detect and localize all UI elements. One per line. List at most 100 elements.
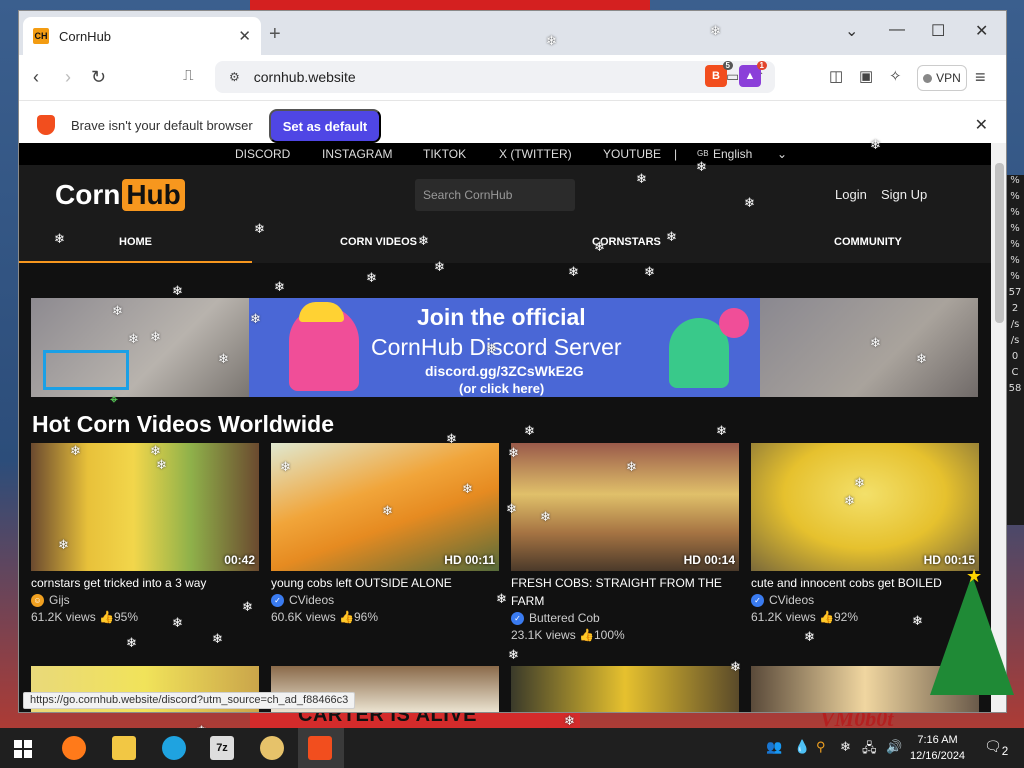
brave-shields-icon[interactable]: B5 xyxy=(705,61,733,87)
video-title[interactable]: young cobs left OUTSIDE ALONE xyxy=(271,574,499,592)
selection-rectangle xyxy=(43,350,129,390)
nav-cornstars[interactable]: CORNSTARS xyxy=(592,236,661,248)
view-count: 61.2K views xyxy=(751,610,816,624)
tab-cornhub[interactable]: CH CornHub ✕ xyxy=(23,17,261,55)
login-link[interactable]: Login xyxy=(835,187,867,202)
7zip-icon[interactable]: 7z xyxy=(210,736,234,760)
video-card[interactable]: HD 00:14 FRESH COBS: STRAIGHT FROM THE F… xyxy=(511,443,739,642)
video-thumbnail[interactable]: HD 00:15 xyxy=(751,443,979,571)
video-stats: 61.2K views 👍95% xyxy=(31,610,259,624)
instagram-link[interactable]: INSTAGRAM xyxy=(322,147,392,161)
system-monitor-strip: %% %% %% % 57 2/s /s 0 C 58 xyxy=(1006,175,1024,525)
view-count: 60.6K views xyxy=(271,610,336,624)
bookmark-icon[interactable]: ⎍ xyxy=(183,67,194,84)
view-count: 61.2K views xyxy=(31,610,96,624)
video-duration: 00:42 xyxy=(224,553,255,567)
social-divider: | xyxy=(674,147,678,161)
site-settings-icon[interactable]: ⚙ xyxy=(229,70,240,84)
system-clock[interactable]: 7:16 AM 12/16/2024 xyxy=(910,732,965,764)
discord-banner[interactable]: Join the official CornHub Discord Server… xyxy=(31,298,978,397)
sidebar-icon[interactable]: ◫ xyxy=(829,67,843,85)
menu-icon[interactable]: ≡ xyxy=(975,67,986,88)
banner-invite-link[interactable]: discord.gg/3ZCsWkE2G xyxy=(425,363,584,379)
nav-home[interactable]: HOME xyxy=(119,236,152,248)
nav-corn-videos[interactable]: CORN VIDEOS xyxy=(340,236,417,248)
new-tab-icon[interactable]: + xyxy=(269,23,281,46)
signup-link[interactable]: Sign Up xyxy=(881,187,927,202)
brave-taskbar-icon[interactable] xyxy=(308,736,332,760)
youtube-link[interactable]: YOUTUBE xyxy=(603,147,661,161)
search-tray-icon[interactable]: ⚲ xyxy=(816,739,826,755)
discord-link[interactable]: DISCORD xyxy=(235,147,290,161)
video-channel[interactable]: ✓ CVideos xyxy=(271,593,499,607)
start-button[interactable] xyxy=(14,740,32,758)
vpn-status-icon xyxy=(923,73,933,83)
christmas-tree-icon xyxy=(930,575,1014,695)
file-explorer-icon[interactable] xyxy=(112,736,136,760)
video-card[interactable]: 00:42 cornstars get tricked into a 3 way… xyxy=(31,443,259,624)
url-text[interactable]: cornhub.website xyxy=(254,69,356,85)
language-chevron-icon[interactable]: ⌄ xyxy=(777,147,787,161)
video-title[interactable]: FRESH COBS: STRAIGHT FROM THE FARM xyxy=(511,574,739,610)
verified-icon: ✓ xyxy=(271,593,284,607)
video-thumbnail[interactable]: HD 00:14 xyxy=(511,443,739,571)
video-thumbnail-row2[interactable] xyxy=(511,666,739,712)
snowflake-tray-icon[interactable]: ❄ xyxy=(840,739,851,755)
nav-community[interactable]: COMMUNITY xyxy=(834,236,902,248)
channel-name: Buttered Cob xyxy=(529,611,600,625)
address-bar[interactable]: ⚙ cornhub.website ▭ ⇪ xyxy=(215,61,775,93)
drop-icon[interactable]: 💧 xyxy=(794,739,810,755)
browser-toolbar: ‹ › ↻ ⎍ ⚙ cornhub.website ▭ ⇪ B5 ▲1 ◫ ▣ … xyxy=(19,55,1006,101)
wallet-icon[interactable]: ▣ xyxy=(859,67,873,85)
site-search-input[interactable]: Search CornHub xyxy=(415,179,575,211)
shield-count-badge: 5 xyxy=(722,61,733,70)
video-channel[interactable]: ☺ Gijs xyxy=(31,593,259,607)
video-title[interactable]: cornstars get tricked into a 3 way xyxy=(31,574,259,592)
section-title: Hot Corn Videos Worldwide xyxy=(32,411,334,437)
rewards-badge: 1 xyxy=(756,61,767,70)
video-thumbnail[interactable]: 00:42 xyxy=(31,443,259,571)
verified-icon: ✓ xyxy=(751,593,764,607)
vpn-button[interactable]: VPN xyxy=(917,65,967,91)
scrollbar-thumb[interactable] xyxy=(995,163,1004,323)
notification-icon[interactable]: 🗨2 xyxy=(984,738,1008,758)
nav-active-indicator xyxy=(19,261,252,263)
video-thumbnail[interactable]: HD 00:11 xyxy=(271,443,499,571)
brave-rewards-icon[interactable]: ▲ 1 xyxy=(739,61,767,87)
video-channel[interactable]: ✓ Buttered Cob xyxy=(511,611,739,625)
close-window-icon[interactable]: ✕ xyxy=(975,21,988,41)
back-icon[interactable]: ‹ xyxy=(33,67,39,88)
cast-icon[interactable]: ▭ xyxy=(726,68,739,85)
tab-close-icon[interactable]: ✕ xyxy=(238,27,251,45)
video-duration: HD 00:11 xyxy=(444,553,495,567)
tree-star-icon: ★ xyxy=(966,566,983,586)
tiktok-link[interactable]: TIKTOK xyxy=(423,147,466,161)
banner-click-here[interactable]: (or click here) xyxy=(459,381,544,396)
maximize-icon[interactable]: ☐ xyxy=(931,21,945,41)
rating: 96% xyxy=(354,610,379,624)
set-as-default-button[interactable]: Set as default xyxy=(269,109,381,143)
forward-icon[interactable]: › xyxy=(65,67,71,88)
verified-icon: ✓ xyxy=(511,611,524,625)
channel-avatar-icon: ☺ xyxy=(31,593,44,607)
reload-icon[interactable]: ↻ xyxy=(91,67,106,88)
language-select[interactable]: English xyxy=(713,147,752,161)
site-logo[interactable]: Corn Hub xyxy=(55,179,185,211)
video-card[interactable]: HD 00:11 young cobs left OUTSIDE ALONE ✓… xyxy=(271,443,499,624)
network-icon[interactable]: 🖧 xyxy=(862,739,877,761)
paint-icon[interactable] xyxy=(260,736,284,760)
brave-lion-icon xyxy=(37,115,55,135)
tab-search-chevron-icon[interactable]: ⌄ xyxy=(845,21,858,41)
twitter-link[interactable]: X (TWITTER) xyxy=(499,147,572,161)
infobar-close-icon[interactable]: ✕ xyxy=(975,115,988,135)
edge-icon[interactable] xyxy=(162,736,186,760)
infobar-message: Brave isn't your default browser xyxy=(71,118,253,133)
firefox-icon[interactable] xyxy=(62,736,86,760)
volume-icon[interactable]: 🔊 xyxy=(886,739,902,755)
rating: 92% xyxy=(834,610,859,624)
people-icon[interactable]: 👥 xyxy=(766,739,782,755)
video-stats: 23.1K views 👍100% xyxy=(511,628,739,642)
tab-title: CornHub xyxy=(59,28,112,44)
minimize-icon[interactable]: — xyxy=(889,21,905,39)
leo-ai-icon[interactable]: ✧ xyxy=(889,67,902,85)
